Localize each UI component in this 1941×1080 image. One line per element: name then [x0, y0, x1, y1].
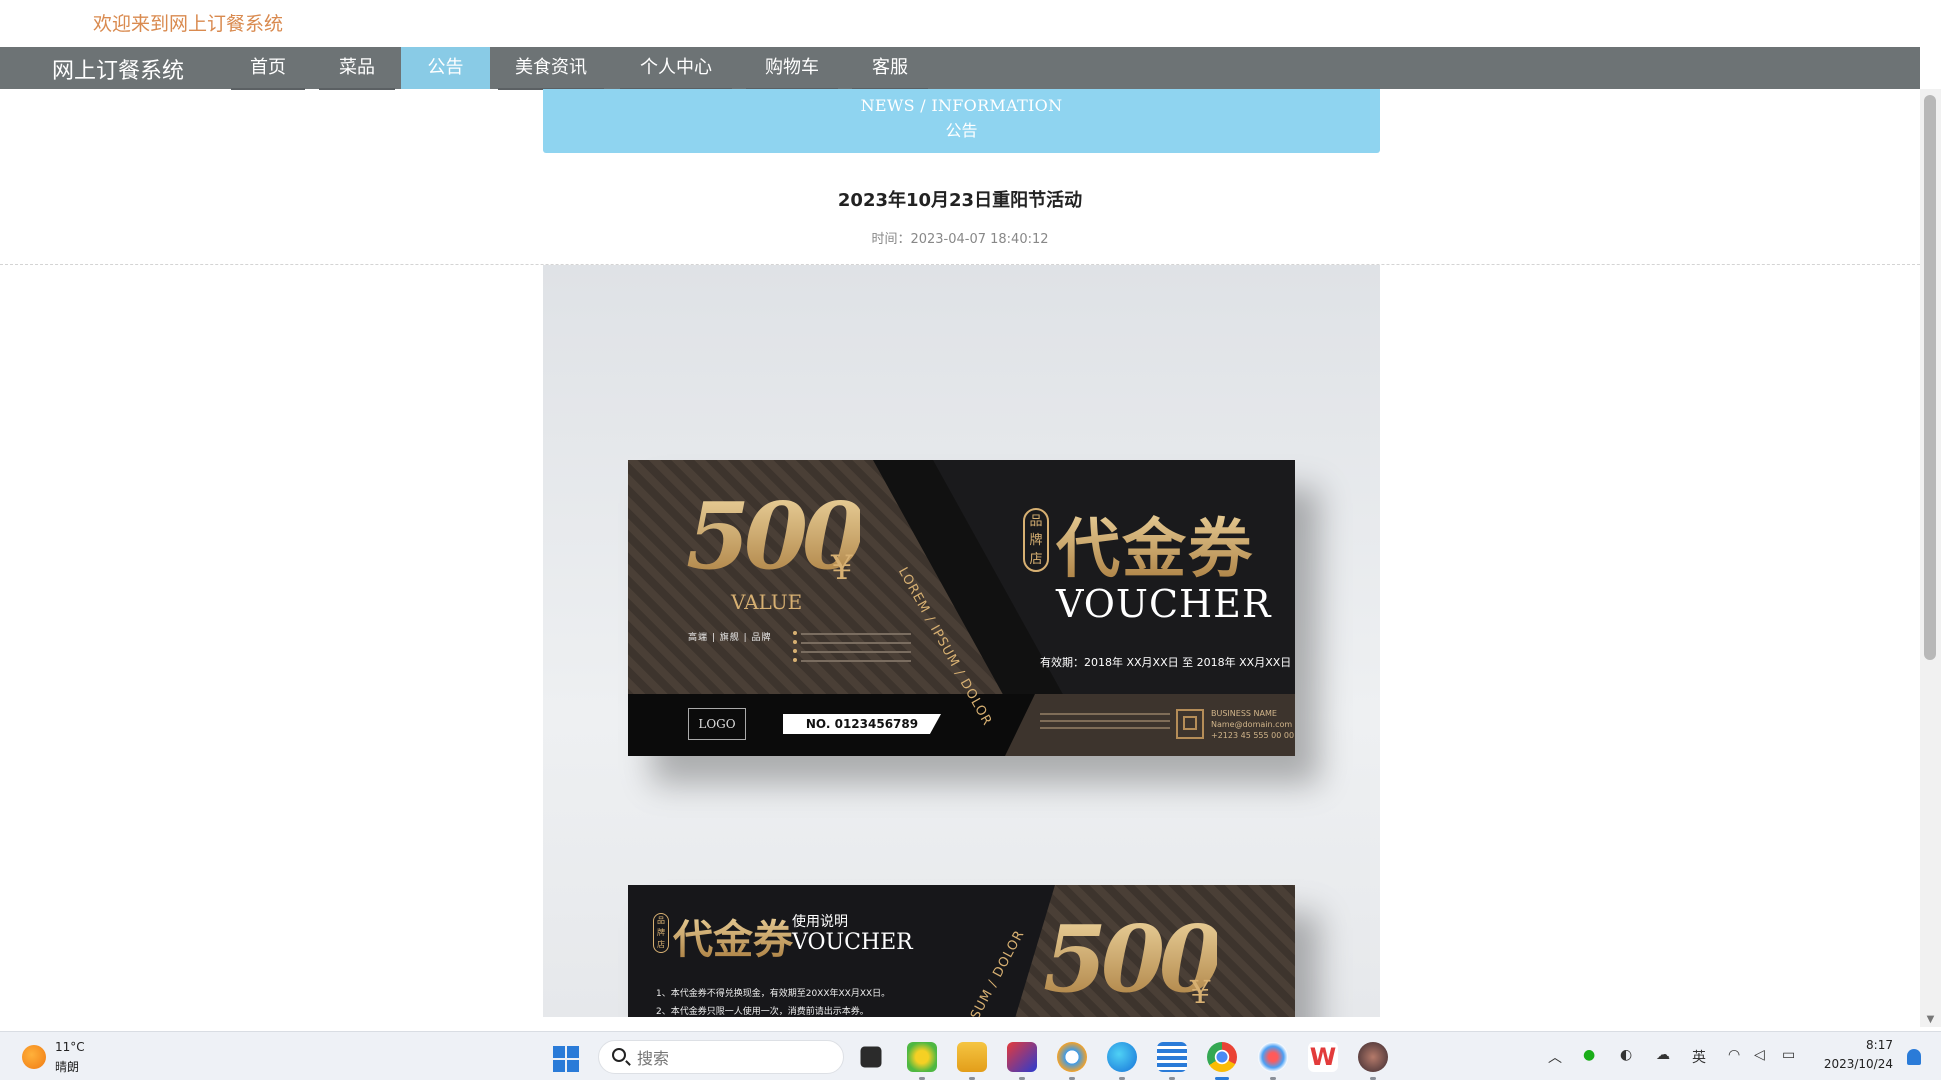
- voucher-bullet-lines: [793, 629, 911, 669]
- article-title: 2023年10月23日重阳节活动: [837, 190, 1083, 211]
- weather-sun-icon[interactable]: [22, 1045, 46, 1069]
- qq-tray-icon[interactable]: ◐: [1620, 1047, 1632, 1063]
- wifi-icon[interactable]: ◠: [1728, 1047, 1740, 1063]
- search-icon: [612, 1048, 626, 1062]
- banner-chinese-title: 公告: [945, 121, 978, 140]
- edge-icon[interactable]: [1107, 1042, 1137, 1080]
- cloud-tray-icon[interactable]: ☁: [1656, 1047, 1670, 1063]
- search-input[interactable]: [637, 1047, 827, 1069]
- voucher-back-currency: ¥: [1190, 973, 1211, 1011]
- wps-icon[interactable]: W: [1308, 1042, 1338, 1072]
- article-time: 时间：2023-04-07 18:40:12: [871, 232, 1049, 247]
- page: 欢迎来到网上订餐系统 网上订餐系统 首页 菜品 公告 美食资讯 个人中心 购物车…: [0, 0, 1941, 1080]
- ime-indicator[interactable]: 英: [1692, 1047, 1706, 1067]
- brand-seal: 品牌店: [1023, 508, 1049, 572]
- battery-icon[interactable]: ▭: [1782, 1047, 1795, 1063]
- taskbar-search[interactable]: [598, 1040, 844, 1074]
- app-icon-1[interactable]: [907, 1042, 937, 1080]
- nav-item-dishes[interactable]: 菜品: [313, 47, 401, 90]
- logo-placeholder: LOGO: [688, 708, 746, 740]
- app-icon-2[interactable]: [1258, 1042, 1288, 1080]
- scrollbar-thumb[interactable]: [1924, 95, 1936, 660]
- business-info: BUSINESS NAME Name@domain.com +2123 45 5…: [1211, 709, 1295, 740]
- file-explorer-icon[interactable]: [957, 1042, 987, 1080]
- vertical-scrollbar[interactable]: ▼: [1920, 89, 1941, 1027]
- voucher-back-title-en: VOUCHER: [792, 930, 913, 955]
- nav-item-announcement[interactable]: 公告: [401, 47, 490, 89]
- top-nav: 网上订餐系统 首页 菜品 公告 美食资讯 个人中心 购物车 客服: [0, 47, 1920, 90]
- nav-item-cart[interactable]: 购物车: [740, 47, 844, 90]
- weather-temperature[interactable]: 11°C: [55, 1040, 85, 1054]
- clock-time[interactable]: 8:17: [1866, 1038, 1893, 1052]
- notepad-icon[interactable]: [1157, 1042, 1187, 1080]
- chrome-icon[interactable]: [1207, 1042, 1237, 1080]
- voucher-back-title-cn: 代金券: [673, 907, 793, 965]
- taskbar: 11°C 晴朗 W ︿ ● ◐ ☁ 英 ◠ ◁ ▭ 8:17 2023/10/2…: [0, 1031, 1941, 1080]
- article-image: 500 ¥ VALUE 高端 | 旗舰 | 品牌 LOREM / IPSUM /…: [543, 265, 1380, 1017]
- brand-seal-small: 品牌店: [653, 913, 669, 953]
- voucher-back-image: 品牌店 代金券 使用说明 VOUCHER 1、本代金券不得兑换现金，有效期至20…: [628, 885, 1295, 1017]
- voucher-tags: 高端 | 旗舰 | 品牌: [688, 633, 772, 643]
- site-brand[interactable]: 网上订餐系统: [52, 53, 184, 85]
- voucher-rules: 1、本代金券不得兑换现金，有效期至20XX年XX月XX日。 2、本代金券只限一人…: [656, 989, 891, 1017]
- notification-bell-icon[interactable]: [1907, 1049, 1921, 1065]
- currency-symbol: ¥: [831, 548, 853, 588]
- windows-start-icon[interactable]: [553, 1046, 579, 1072]
- voucher-validity: 有效期：2018年 XX月XX日 至 2018年 XX月XX日: [1040, 656, 1292, 669]
- voucher-title-cn: 代金券: [1056, 498, 1254, 590]
- welcome-text: 欢迎来到网上订餐系统: [93, 13, 284, 35]
- tray-overflow-icon[interactable]: ︿: [1548, 1047, 1562, 1067]
- app-icon-3[interactable]: [1358, 1042, 1388, 1080]
- wechat-tray-icon[interactable]: ●: [1583, 1047, 1595, 1063]
- welcome-bar: 欢迎来到网上订餐系统: [0, 0, 1920, 47]
- clock-date[interactable]: 2023/10/24: [1824, 1057, 1893, 1071]
- scroll-down-arrow-icon[interactable]: ▼: [1920, 1014, 1941, 1025]
- voucher-fine-print: [1040, 708, 1170, 734]
- jetbrains-ide-icon[interactable]: [1007, 1042, 1037, 1080]
- weather-condition[interactable]: 晴朗: [55, 1058, 79, 1075]
- value-label: VALUE: [731, 590, 803, 614]
- task-view-icon[interactable]: [860, 1046, 882, 1068]
- voucher-back-side-text: SUM / DOLOR: [968, 927, 1028, 1017]
- banner-english-title: NEWS / INFORMATION: [860, 96, 1063, 115]
- voucher-serial: NO. 0123456789: [783, 714, 941, 734]
- nav-item-food-news[interactable]: 美食资讯: [492, 47, 610, 90]
- nav-item-profile[interactable]: 个人中心: [614, 47, 738, 90]
- volume-icon[interactable]: ◁: [1754, 1047, 1765, 1063]
- section-banner: NEWS / INFORMATION 公告: [543, 89, 1380, 153]
- voucher-title-en: VOUCHER: [1056, 582, 1272, 626]
- browser-icon-1[interactable]: [1057, 1042, 1087, 1080]
- nav-item-service[interactable]: 客服: [846, 47, 934, 90]
- voucher-front-image: 500 ¥ VALUE 高端 | 旗舰 | 品牌 LOREM / IPSUM /…: [628, 460, 1295, 756]
- nav-item-home[interactable]: 首页: [225, 47, 311, 90]
- usage-label: 使用说明: [792, 914, 848, 930]
- qr-code-icon: [1176, 709, 1204, 739]
